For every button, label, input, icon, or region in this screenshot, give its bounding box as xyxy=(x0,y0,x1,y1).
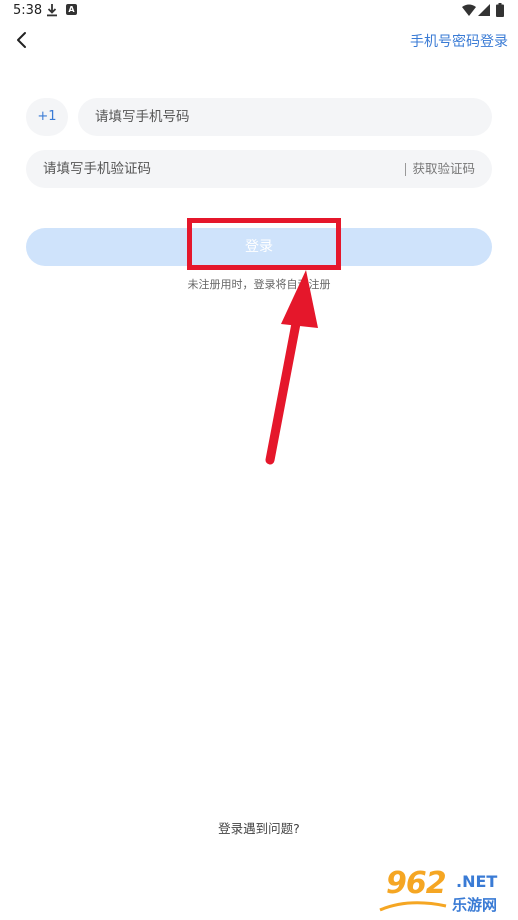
download-icon xyxy=(47,4,57,17)
watermark-number: 962 xyxy=(386,866,447,901)
password-login-link[interactable]: 手机号密码登录 xyxy=(410,31,508,51)
status-time: 5:38 xyxy=(13,3,43,18)
cellular-icon xyxy=(478,4,490,16)
code-field-container: 获取验证码 xyxy=(26,150,492,188)
register-note: 未注册用时，登录将自动注册 xyxy=(187,278,331,291)
a-icon: A xyxy=(66,4,77,15)
wifi-icon xyxy=(462,4,476,16)
red-arrow-annotation xyxy=(265,270,318,465)
country-code-selector[interactable]: +1 xyxy=(26,98,68,136)
login-button[interactable]: 登录 xyxy=(26,228,492,266)
watermark-sub: 乐游网 xyxy=(452,896,498,914)
login-help-link[interactable]: 登录遇到问题? xyxy=(0,818,518,837)
verification-code-input[interactable] xyxy=(26,150,396,188)
chevron-left-icon[interactable] xyxy=(12,30,32,50)
battery-icon xyxy=(496,3,504,17)
watermark-logo: 962 .NET 乐游网 xyxy=(378,866,518,916)
get-code-button[interactable]: 获取验证码 xyxy=(412,150,475,188)
status-bar: 5:38 A xyxy=(0,0,518,22)
watermark-tld: .NET xyxy=(456,872,498,891)
divider xyxy=(405,163,406,176)
phone-input[interactable] xyxy=(78,98,492,136)
